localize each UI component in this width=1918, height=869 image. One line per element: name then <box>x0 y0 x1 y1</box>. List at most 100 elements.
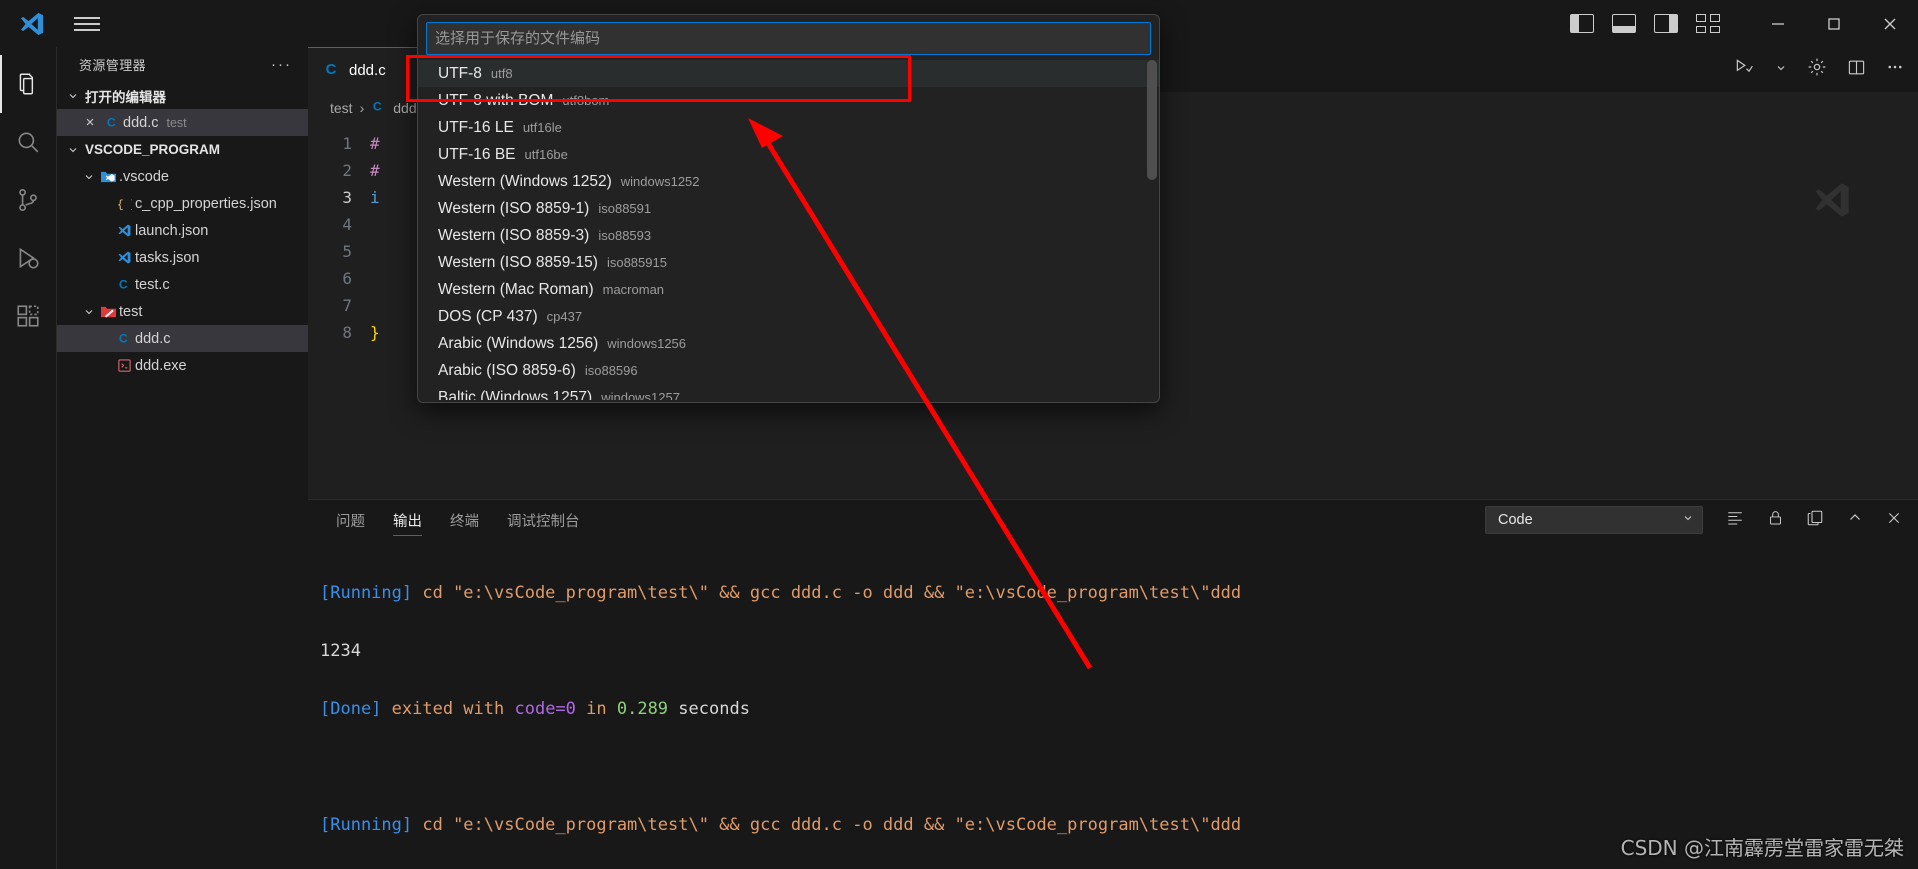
item-description: macroman <box>603 282 664 297</box>
tree-item-ddd-c[interactable]: C ddd.c <box>57 325 308 352</box>
sidebar-item-run-and-debug[interactable] <box>0 229 57 287</box>
customize-layout-icon[interactable] <box>1696 14 1720 33</box>
c-file-icon: C <box>371 99 386 117</box>
item-description: windows1256 <box>607 336 686 351</box>
clear-output-icon[interactable] <box>1725 509 1745 532</box>
more-actions-icon[interactable]: ··· <box>271 56 292 73</box>
output-token: [Running] <box>320 815 422 835</box>
item-description: iso885915 <box>607 255 667 270</box>
quick-pick-input[interactable] <box>426 22 1151 55</box>
quick-pick-list[interactable]: UTF-8 utf8 UTF-8 with BOM utf8bom UTF-16… <box>418 60 1159 400</box>
quick-pick-item-macroman[interactable]: Western (Mac Roman) macroman <box>418 276 1159 303</box>
quick-pick-item-iso885915[interactable]: Western (ISO 8859-15) iso885915 <box>418 249 1159 276</box>
quick-pick-item-utf16be[interactable]: UTF-16 BE utf16be <box>418 141 1159 168</box>
tab-problems[interactable]: 问题 <box>336 500 365 540</box>
quick-pick-item-utf8bom[interactable]: UTF-8 with BOM utf8bom <box>418 87 1159 114</box>
tree-item-label: test <box>119 304 142 320</box>
section-workspace[interactable]: VSCODE_PROGRAM <box>57 136 308 163</box>
sidebar-item-source-control[interactable] <box>0 171 57 229</box>
output-token: [Running] <box>320 583 422 603</box>
item-description: iso88591 <box>598 201 651 216</box>
vscode-logo-icon <box>0 10 64 38</box>
tree-item-label: tasks.json <box>135 250 199 266</box>
quick-pick-scrollbar[interactable] <box>1147 60 1157 180</box>
section-open-editors[interactable]: 打开的编辑器 <box>57 82 308 109</box>
folder-test-icon <box>97 304 119 319</box>
vscode-window: 资源管理器 ··· 打开的编辑器 × C ddd.c test VSCODE_P… <box>0 0 1918 869</box>
toggle-primary-sidebar-icon[interactable] <box>1570 14 1594 33</box>
quick-pick-item-windows1257[interactable]: Baltic (Windows 1257) windows1257 <box>418 384 1159 400</box>
output-line-blank <box>320 753 1918 782</box>
toggle-panel-icon[interactable] <box>1612 14 1636 33</box>
quick-pick-item-iso88593[interactable]: Western (ISO 8859-3) iso88593 <box>418 222 1159 249</box>
sidebar-item-explorer[interactable] <box>0 55 57 113</box>
quick-pick-item-cp437[interactable]: DOS (CP 437) cp437 <box>418 303 1159 330</box>
tab-debug-console[interactable]: 调试控制台 <box>507 500 580 540</box>
output-channel-select[interactable]: Code <box>1485 506 1703 534</box>
item-description: windows1252 <box>621 174 700 189</box>
close-button[interactable] <box>1862 0 1918 47</box>
toggle-secondary-sidebar-icon[interactable] <box>1654 14 1678 33</box>
c-file-icon: C <box>113 331 135 346</box>
code-token: i <box>370 188 380 207</box>
panel-actions: Code <box>1485 500 1902 540</box>
output-line: 1234 <box>320 637 1918 666</box>
item-description: iso88593 <box>598 228 651 243</box>
quick-pick-item-utf8[interactable]: UTF-8 utf8 <box>418 60 1159 87</box>
svg-text:C: C <box>118 332 127 346</box>
c-file-icon: C <box>324 60 341 81</box>
open-in-editor-icon[interactable] <box>1806 509 1824 532</box>
quick-pick-item-windows1256[interactable]: Arabic (Windows 1256) windows1256 <box>418 330 1159 357</box>
line-number: 1 <box>308 130 352 157</box>
output-channel-value: Code <box>1498 512 1533 528</box>
breadcrumb-separator: › <box>360 100 365 116</box>
breadcrumb-folder[interactable]: test <box>330 100 353 116</box>
tree-item-launch-json[interactable]: launch.json <box>57 217 308 244</box>
tree-item-vscode-folder[interactable]: .vscode <box>57 163 308 190</box>
close-panel-icon[interactable] <box>1886 510 1902 531</box>
open-editor-item-ddd-c[interactable]: × C ddd.c test <box>57 109 308 136</box>
lock-icon[interactable] <box>1767 509 1784 532</box>
tree-item-test-folder[interactable]: test <box>57 298 308 325</box>
split-editor-icon[interactable] <box>1847 58 1866 82</box>
item-label: Western (ISO 8859-1) <box>438 200 589 218</box>
line-number: 6 <box>308 265 352 292</box>
chevron-down-icon[interactable] <box>1775 61 1787 79</box>
run-code-icon[interactable] <box>1733 57 1755 82</box>
quick-pick-item-iso88596[interactable]: Arabic (ISO 8859-6) iso88596 <box>418 357 1159 384</box>
item-label: Western (Windows 1252) <box>438 173 612 191</box>
tree-item-test-c[interactable]: C test.c <box>57 271 308 298</box>
tab-terminal[interactable]: 终端 <box>450 500 479 540</box>
hamburger-menu-icon[interactable] <box>64 13 110 35</box>
output-console[interactable]: [Running] cd "e:\vsCode_program\test\" &… <box>308 540 1918 869</box>
maximize-button[interactable] <box>1806 0 1862 47</box>
tab-output[interactable]: 输出 <box>393 500 422 540</box>
sidebar-item-search[interactable] <box>0 113 57 171</box>
sidebar-item-extensions[interactable] <box>0 287 57 345</box>
tree-item-tasks-json[interactable]: tasks.json <box>57 244 308 271</box>
layout-controls <box>1570 14 1720 33</box>
item-label: UTF-16 LE <box>438 119 514 137</box>
line-number-gutter: 1 2 3 4 5 6 7 8 <box>308 124 370 544</box>
item-label: Western (ISO 8859-3) <box>438 227 589 245</box>
maximize-panel-icon[interactable] <box>1846 509 1864 532</box>
activity-bar <box>0 47 57 869</box>
quick-pick-item-utf16le[interactable]: UTF-16 LE utf16le <box>418 114 1159 141</box>
code-token: # <box>370 134 380 153</box>
svg-text:C: C <box>118 278 127 292</box>
line-number: 4 <box>308 211 352 238</box>
quick-pick-item-iso88591[interactable]: Western (ISO 8859-1) iso88591 <box>418 195 1159 222</box>
section-label: 打开的编辑器 <box>85 86 166 106</box>
tree-item-c-cpp-properties-json[interactable]: { } c_cpp_properties.json <box>57 190 308 217</box>
more-actions-icon[interactable] <box>1886 58 1904 81</box>
folder-vscode-icon <box>97 169 119 184</box>
output-token: in <box>576 699 617 719</box>
minimize-button[interactable] <box>1750 0 1806 47</box>
settings-gear-icon[interactable] <box>1807 57 1827 82</box>
close-icon[interactable]: × <box>79 114 101 131</box>
output-token: cd "e:\vsCode_program\test\" && gcc ddd.… <box>422 583 1241 603</box>
item-description: cp437 <box>547 309 582 324</box>
quick-pick-item-windows1252[interactable]: Western (Windows 1252) windows1252 <box>418 168 1159 195</box>
json-icon: { } <box>113 196 135 211</box>
tree-item-ddd-exe[interactable]: ddd.exe <box>57 352 308 379</box>
